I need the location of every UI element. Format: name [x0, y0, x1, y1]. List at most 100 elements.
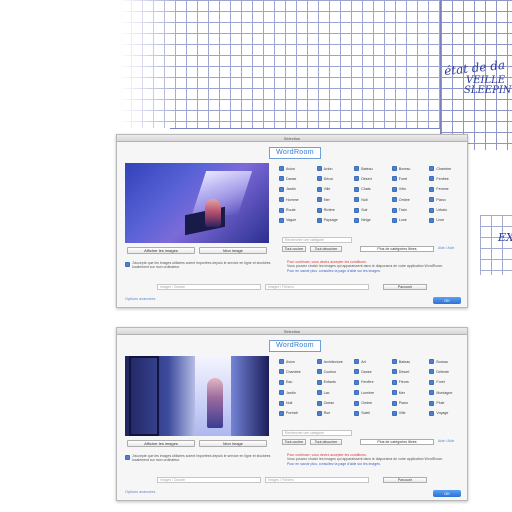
category-checkbox[interactable]	[279, 207, 284, 213]
category-item[interactable]: Train	[391, 207, 428, 214]
category-item[interactable]: Désert	[354, 175, 390, 182]
category-checkbox[interactable]	[316, 197, 322, 203]
category-item[interactable]: Paysage	[316, 217, 353, 224]
category-checkbox[interactable]	[316, 166, 322, 171]
category-checkbox[interactable]	[354, 369, 360, 375]
category-checkbox[interactable]	[429, 400, 435, 406]
category-checkbox[interactable]	[429, 410, 435, 416]
category-item[interactable]: Vague	[279, 217, 315, 224]
category-item[interactable]: Ville	[391, 410, 428, 417]
category-checkbox[interactable]	[316, 369, 322, 375]
help-link[interactable]: Aide / Aide	[438, 439, 454, 443]
category-item[interactable]: Jardin	[279, 186, 315, 193]
category-checkbox[interactable]	[429, 176, 435, 182]
ok-button[interactable]: OK	[433, 490, 461, 497]
category-checkbox[interactable]	[391, 369, 397, 375]
category-item[interactable]: Piano	[429, 196, 465, 203]
browse-button[interactable]: Parcourir	[383, 477, 427, 483]
category-checkbox[interactable]	[391, 186, 397, 192]
category-item[interactable]: Lune	[391, 217, 428, 224]
ok-button[interactable]: OK	[433, 297, 461, 304]
select-all-button[interactable]: Tout cocher	[282, 246, 306, 252]
category-item[interactable]: Art	[354, 358, 390, 365]
category-checkbox[interactable]	[316, 379, 322, 385]
category-checkbox[interactable]	[279, 197, 284, 203]
select-all-button[interactable]: Tout cocher	[282, 439, 306, 445]
browse-button[interactable]: Parcourir	[383, 284, 427, 290]
category-checkbox[interactable]	[279, 369, 284, 375]
category-checkbox[interactable]	[354, 379, 360, 385]
category-item[interactable]: Piano	[391, 400, 428, 407]
agree-checkbox[interactable]	[125, 455, 130, 460]
category-item[interactable]: Danse	[354, 368, 390, 375]
category-checkbox[interactable]	[391, 207, 397, 213]
more-categories-button[interactable]: Plus de catégories libres	[360, 246, 434, 252]
category-item[interactable]: Rivière	[316, 207, 353, 214]
my-image-button[interactable]: Mon image	[199, 247, 267, 254]
category-checkbox[interactable]	[354, 217, 360, 223]
deselect-all-button[interactable]: Tout décocher	[310, 439, 342, 445]
category-checkbox[interactable]	[279, 410, 284, 416]
show-images-button[interactable]: Afficher les images	[127, 440, 195, 447]
category-search-input[interactable]: Rechercher une catégorie	[282, 237, 352, 243]
help-text-link[interactable]: Pour en savoir plus, consultez la page d…	[287, 269, 463, 273]
category-checkbox[interactable]	[354, 197, 360, 203]
category-checkbox[interactable]	[316, 410, 322, 416]
category-checkbox[interactable]	[429, 359, 435, 364]
category-checkbox[interactable]	[391, 379, 397, 385]
category-item[interactable]: Ombre	[354, 400, 390, 407]
category-checkbox[interactable]	[279, 400, 284, 406]
category-item[interactable]: Bateau	[354, 165, 390, 172]
category-item[interactable]: Désert	[391, 368, 428, 375]
category-item[interactable]: Ombre	[391, 196, 428, 203]
folder-input[interactable]: Images / Dossier	[157, 284, 261, 290]
category-item[interactable]: Vélo	[391, 186, 428, 193]
category-checkbox[interactable]	[354, 400, 360, 406]
category-checkbox[interactable]	[279, 359, 284, 364]
category-checkbox[interactable]	[429, 369, 435, 375]
category-item[interactable]: Enfants	[316, 379, 353, 386]
category-checkbox[interactable]	[391, 410, 397, 416]
category-checkbox[interactable]	[316, 400, 322, 406]
category-item[interactable]: Urbain	[429, 207, 465, 214]
category-checkbox[interactable]	[391, 400, 397, 406]
category-checkbox[interactable]	[279, 166, 284, 171]
category-checkbox[interactable]	[279, 186, 284, 192]
advanced-options-link[interactable]: Options avancées	[125, 297, 155, 301]
category-item[interactable]: Ville	[316, 186, 353, 193]
category-checkbox[interactable]	[429, 390, 435, 396]
category-checkbox[interactable]	[354, 166, 360, 171]
help-link[interactable]: Aide / Aide	[438, 246, 454, 250]
category-item[interactable]: Fleurs	[391, 379, 428, 386]
category-checkbox[interactable]	[354, 410, 360, 416]
category-item[interactable]: Détente	[429, 368, 465, 375]
category-item[interactable]: Neige	[354, 217, 390, 224]
category-item[interactable]: Danse	[279, 175, 315, 182]
category-checkbox[interactable]	[391, 176, 397, 182]
file-input[interactable]: Images / Fichiers	[265, 284, 369, 290]
category-item[interactable]: Chats	[354, 186, 390, 193]
category-checkbox[interactable]	[429, 197, 435, 203]
category-item[interactable]: Jardin	[279, 389, 315, 396]
show-images-button[interactable]: Afficher les images	[127, 247, 195, 254]
category-item[interactable]: Nuit	[354, 196, 390, 203]
category-checkbox[interactable]	[391, 359, 397, 364]
my-image-button[interactable]: Mon image	[199, 440, 267, 447]
category-item[interactable]: Soleil	[354, 410, 390, 417]
more-categories-button[interactable]: Plus de catégories libres	[360, 439, 434, 445]
category-checkbox[interactable]	[354, 390, 360, 396]
category-checkbox[interactable]	[316, 207, 322, 213]
category-item[interactable]: Eau	[279, 379, 315, 386]
category-item[interactable]: Nuit	[279, 400, 315, 407]
category-item[interactable]: Bateau	[391, 358, 428, 365]
category-checkbox[interactable]	[391, 390, 397, 396]
category-item[interactable]: Homme	[279, 196, 315, 203]
category-checkbox[interactable]	[354, 207, 360, 213]
category-item[interactable]: Livre	[429, 217, 465, 224]
category-item[interactable]: Architecture	[316, 358, 353, 365]
category-item[interactable]: Lac	[316, 389, 353, 396]
category-item[interactable]: Pluie	[429, 400, 465, 407]
category-checkbox[interactable]	[316, 176, 322, 182]
folder-input[interactable]: Images / Dossier	[157, 477, 261, 483]
category-item[interactable]: Montagne	[429, 389, 465, 396]
